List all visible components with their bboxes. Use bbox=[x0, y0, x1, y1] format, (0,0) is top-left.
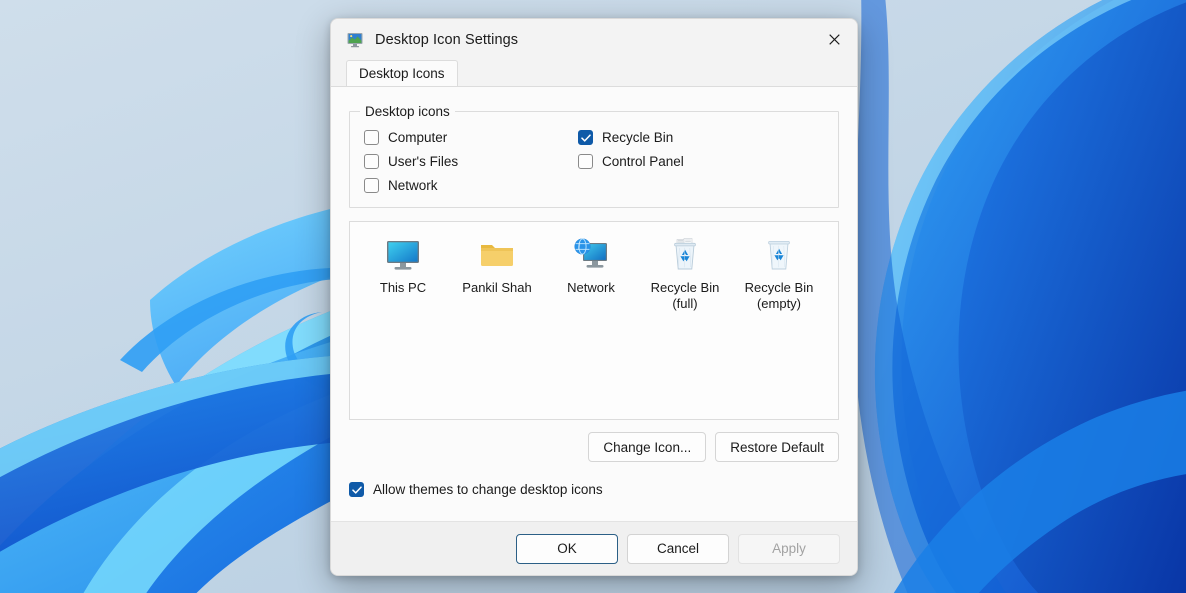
preview-item-recycle-bin-empty[interactable]: Recycle Bin (empty) bbox=[732, 235, 826, 312]
checkbox-control-panel[interactable] bbox=[578, 154, 593, 169]
recycle-bin-empty-icon bbox=[759, 235, 799, 275]
checkbox-label-users-files: User's Files bbox=[388, 154, 459, 169]
desktop-personalization-icon bbox=[346, 31, 364, 49]
preview-item-recycle-bin-full[interactable]: Recycle Bin (full) bbox=[638, 235, 732, 312]
desktop-icons-groupbox: Desktop icons Computer Recycle Bin User'… bbox=[349, 104, 839, 208]
recycle-bin-full-icon bbox=[665, 235, 705, 275]
change-icon-button[interactable]: Change Icon... bbox=[588, 432, 707, 462]
network-monitor-globe-icon bbox=[571, 235, 611, 275]
monitor-icon bbox=[383, 235, 423, 275]
icon-preview-row: This PC Pankil Shah Network Recycle Bin … bbox=[350, 235, 838, 312]
ok-button[interactable]: OK bbox=[516, 533, 618, 564]
groupbox-legend: Desktop icons bbox=[360, 104, 455, 119]
checkbox-row-computer[interactable]: Computer bbox=[364, 130, 578, 145]
preview-item-user-folder[interactable]: Pankil Shah bbox=[450, 235, 544, 312]
checkbox-label-allow-themes: Allow themes to change desktop icons bbox=[373, 482, 603, 497]
checkbox-row-recycle-bin[interactable]: Recycle Bin bbox=[578, 130, 824, 145]
checkbox-row-users-files[interactable]: User's Files bbox=[364, 154, 578, 169]
icon-action-buttons: Change Icon... Restore Default bbox=[349, 432, 839, 462]
window-title: Desktop Icon Settings bbox=[375, 31, 519, 48]
tab-desktop-icons[interactable]: Desktop Icons bbox=[346, 60, 458, 86]
desktop-icon-settings-dialog: Desktop Icon Settings Desktop Icons Desk… bbox=[330, 18, 858, 576]
preview-caption-recycle-bin-empty: Recycle Bin (empty) bbox=[744, 280, 814, 311]
checkbox-label-computer: Computer bbox=[388, 130, 448, 145]
allow-themes-row[interactable]: Allow themes to change desktop icons bbox=[349, 482, 839, 497]
checkbox-row-control-panel[interactable]: Control Panel bbox=[578, 154, 824, 169]
cancel-button[interactable]: Cancel bbox=[627, 533, 729, 564]
preview-caption-network: Network bbox=[567, 280, 615, 295]
desktop-icons-checkbox-grid: Computer Recycle Bin User's Files Contro… bbox=[364, 130, 824, 193]
tab-content-desktop-icons: Desktop icons Computer Recycle Bin User'… bbox=[331, 86, 857, 521]
checkbox-users-files[interactable] bbox=[364, 154, 379, 169]
checkbox-computer[interactable] bbox=[364, 130, 379, 145]
checkbox-row-network[interactable]: Network bbox=[364, 178, 578, 193]
checkbox-label-network: Network bbox=[388, 178, 438, 193]
preview-caption-this-pc: This PC bbox=[379, 280, 427, 295]
checkbox-label-recycle-bin: Recycle Bin bbox=[602, 130, 674, 145]
checkbox-grid-spacer bbox=[578, 178, 824, 193]
preview-caption-user-folder: Pankil Shah bbox=[462, 280, 532, 295]
icon-preview-box: This PC Pankil Shah Network Recycle Bin … bbox=[349, 221, 839, 420]
title-bar: Desktop Icon Settings bbox=[331, 19, 857, 60]
tab-strip: Desktop Icons bbox=[331, 60, 857, 86]
checkbox-recycle-bin[interactable] bbox=[578, 130, 593, 145]
apply-button: Apply bbox=[738, 533, 840, 564]
dialog-footer: OK Cancel Apply bbox=[331, 521, 857, 575]
folder-icon bbox=[477, 235, 517, 275]
restore-default-button[interactable]: Restore Default bbox=[715, 432, 839, 462]
checkbox-network[interactable] bbox=[364, 178, 379, 193]
checkbox-label-control-panel: Control Panel bbox=[602, 154, 684, 169]
preview-item-network[interactable]: Network bbox=[544, 235, 638, 312]
preview-item-this-pc[interactable]: This PC bbox=[356, 235, 450, 312]
close-icon[interactable] bbox=[811, 19, 857, 60]
preview-caption-recycle-bin-full: Recycle Bin (full) bbox=[650, 280, 720, 311]
checkbox-allow-themes[interactable] bbox=[349, 482, 364, 497]
